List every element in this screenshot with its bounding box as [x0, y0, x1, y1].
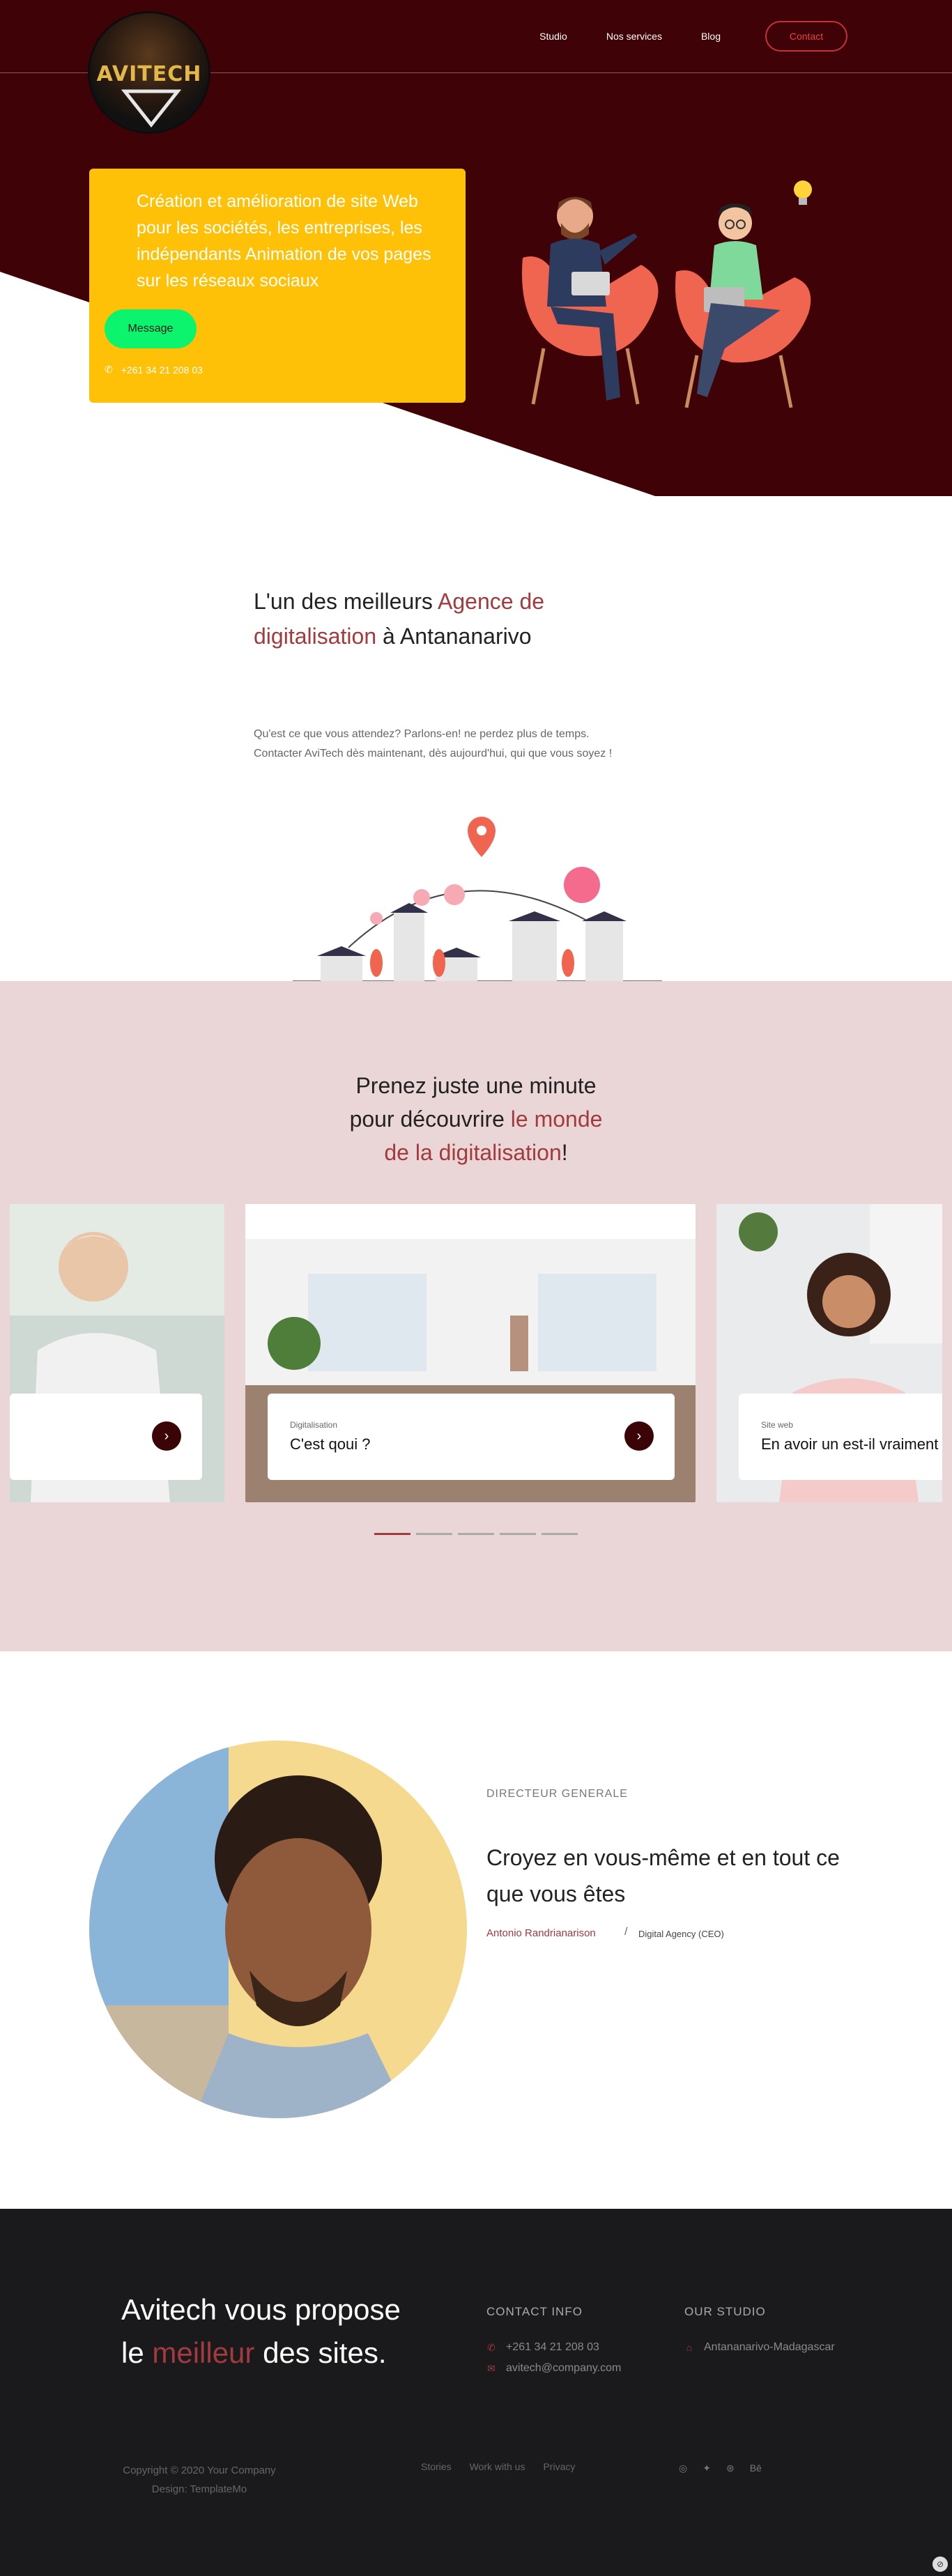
hero-section: AVITECH Studio Nos services Blog Contact…	[0, 0, 952, 496]
slider-pagination	[374, 1533, 578, 1535]
chevron-right-icon[interactable]: ›	[624, 1421, 654, 1451]
behance-icon[interactable]: Bē	[750, 2462, 762, 2474]
footer-link-work[interactable]: Work with us	[470, 2461, 525, 2472]
logo-text: AVITECH	[96, 62, 202, 86]
contact-info-heading: CONTACT INFO	[486, 2305, 583, 2318]
director-name: Antonio Randrianarison	[486, 1927, 596, 1939]
phone-icon: ✆	[487, 2341, 496, 2353]
slider-dot[interactable]	[500, 1533, 536, 1535]
discover-title: Prenez juste une minute pour découvrire …	[349, 1073, 603, 1165]
instagram-icon[interactable]: ◎	[679, 2462, 687, 2474]
director-role: DIRECTEUR GENERALE	[486, 1788, 628, 1800]
footer-title: Avitech vous propose le meilleur des sit…	[121, 2293, 401, 2369]
agency-text: Qu'est ce que vous attendez? Parlons-en!…	[254, 728, 613, 759]
hero-card: Création et amélioration de site Web pou…	[89, 169, 466, 403]
slide-category: Site web	[761, 1420, 794, 1430]
director-photo	[89, 1741, 467, 2118]
director-company: Digital Agency (CEO)	[638, 1929, 724, 1939]
footer-link-privacy[interactable]: Privacy	[543, 2461, 575, 2472]
footer-email[interactable]: ✉ avitech@company.com	[486, 2362, 621, 2375]
slider-dot[interactable]	[458, 1533, 494, 1535]
chevron-right-icon[interactable]: ›	[152, 1421, 181, 1451]
footer-phone[interactable]: ✆ +261 34 21 208 03	[486, 2341, 599, 2354]
slide-title: C'est qoui ?	[290, 1435, 371, 1453]
footer-link-stories[interactable]: Stories	[421, 2461, 452, 2472]
slide-card[interactable]: Site web En avoir un est-il vraiment	[716, 1204, 942, 1502]
discover-section: Prenez juste une minute pour découvrire …	[0, 981, 952, 1651]
twitter-icon[interactable]: ✦	[703, 2462, 711, 2474]
envelope-icon: ✉	[487, 2362, 496, 2374]
hero-phone: ✆ +261 34 21 208 03	[105, 364, 203, 376]
slider-dot-active[interactable]	[374, 1533, 410, 1535]
footer-links: Stories Work with us Privacy	[421, 2461, 575, 2472]
slide-card[interactable]: ›	[10, 1204, 224, 1502]
slide-caption: ›	[10, 1394, 202, 1480]
footer-address: ⌂ Antananarivo-Madagascar	[684, 2341, 835, 2354]
slide-title: En avoir un est-il vraiment	[761, 1435, 939, 1453]
message-button[interactable]: Message	[105, 309, 197, 348]
home-icon: ⌂	[686, 2342, 693, 2353]
slide-caption: Digitalisation C'est qoui ? ›	[268, 1394, 675, 1480]
nav-item-studio[interactable]: Studio	[539, 31, 567, 42]
slide-card[interactable]: Digitalisation C'est qoui ? ›	[245, 1204, 696, 1502]
our-studio-heading: OUR STUDIO	[684, 2305, 766, 2318]
slider-dot[interactable]	[542, 1533, 578, 1535]
hero-headline: Création et amélioration de site Web pou…	[137, 192, 431, 291]
footer: Avitech vous propose le meilleur des sit…	[0, 2209, 952, 2576]
slide-caption: Site web En avoir un est-il vraiment	[739, 1394, 942, 1480]
director-portrait	[89, 1741, 467, 2118]
director-quote: Croyez en vous-même et en tout ce que vo…	[486, 1845, 840, 1906]
main-nav: Studio Nos services Blog Contact	[500, 21, 847, 52]
contact-button[interactable]: Contact	[765, 21, 847, 52]
corner-badge-icon[interactable]: ⊘	[932, 2556, 948, 2572]
nav-item-services[interactable]: Nos services	[606, 31, 662, 42]
agency-title: L'un des meilleurs Agence de digitalisat…	[254, 589, 545, 649]
phone-icon: ✆	[105, 364, 113, 375]
social-links: ◎ ✦ ⊛ Bē	[679, 2462, 762, 2474]
hero-phone-number: +261 34 21 208 03	[121, 364, 203, 376]
director-separator: /	[624, 1926, 628, 1938]
copyright: Copyright © 2020 Your Company Design: Te…	[123, 2465, 276, 2495]
slide-category: Digitalisation	[290, 1420, 338, 1430]
logo[interactable]: AVITECH	[88, 11, 210, 134]
slider-dot[interactable]	[416, 1533, 452, 1535]
dribbble-icon[interactable]: ⊛	[726, 2462, 735, 2474]
hero-illustration	[522, 180, 812, 408]
city-illustration	[293, 817, 662, 982]
nav-item-blog[interactable]: Blog	[701, 31, 721, 42]
